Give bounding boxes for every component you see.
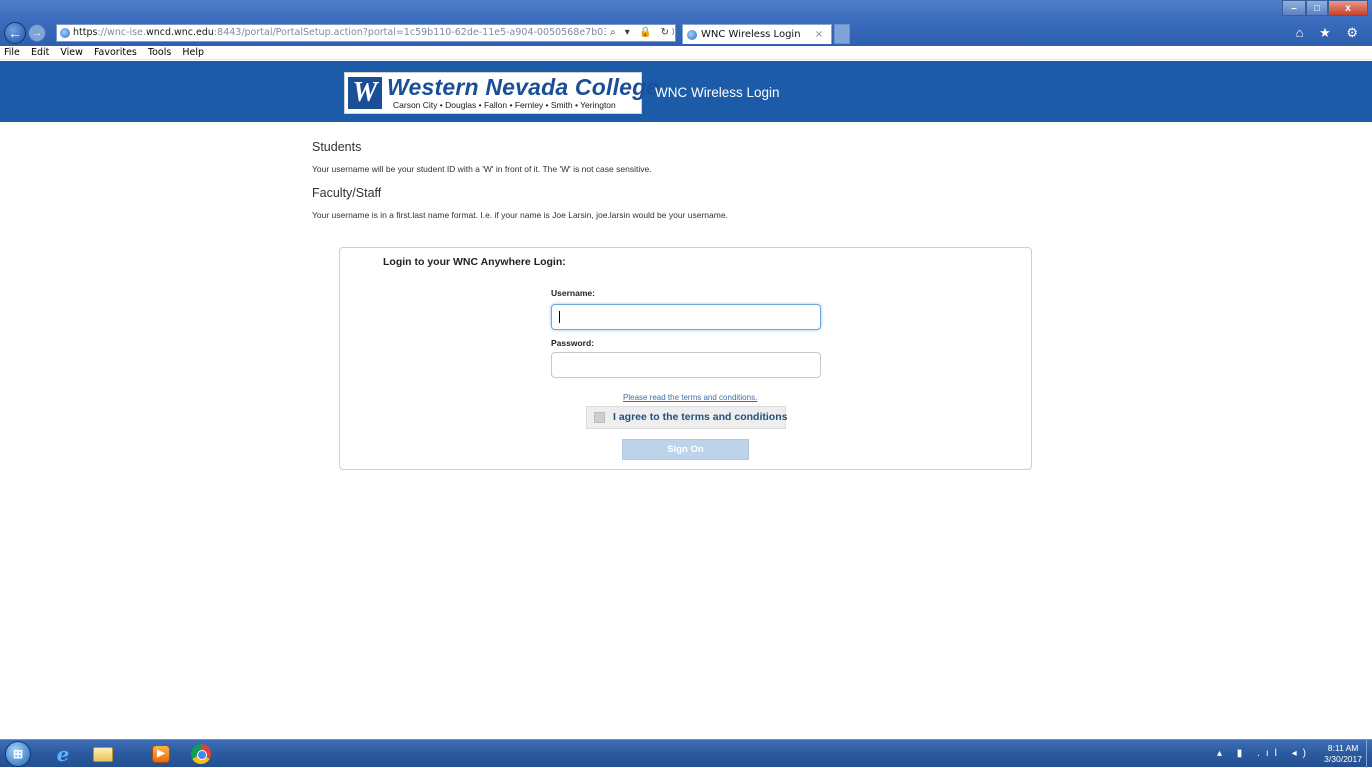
menu-favorites[interactable]: Favorites — [94, 47, 137, 58]
faculty-heading: Faculty/Staff — [312, 186, 382, 200]
chrome-browser-icon[interactable] — [188, 743, 214, 765]
menu-file[interactable]: File — [4, 47, 20, 58]
menu-tools[interactable]: Tools — [148, 47, 171, 58]
taskbar: ⊞ e ▶ ▴ ▮ .ıl ◂) 8:11 AM 3/30/2017 — [0, 739, 1372, 768]
browser-tab-active[interactable]: WNC Wireless Login × — [682, 24, 832, 44]
forward-arrow-icon: → — [31, 27, 43, 39]
clock-time: 8:11 AM — [1327, 743, 1359, 753]
agree-terms-toggle[interactable]: I agree to the terms and conditions — [586, 406, 787, 429]
menu-edit[interactable]: Edit — [31, 47, 49, 58]
media-player-icon[interactable]: ▶ — [148, 743, 174, 765]
browser-title-bar: ← → https://wnc-ise.wncd.wnc.edu:8443/po… — [0, 0, 1372, 46]
site-header: W Western Nevada College Carson City • D… — [0, 61, 1372, 122]
address-bar-actions-icon[interactable]: ⌕ ▾ 🔒 ↻ — [606, 25, 672, 41]
play-icon: ▶ — [152, 745, 170, 763]
portal-title: WNC Wireless Login — [655, 85, 780, 100]
back-arrow-icon: ← — [8, 25, 22, 41]
password-input[interactable] — [551, 352, 821, 378]
start-button[interactable]: ⊞ — [5, 741, 31, 767]
tab-title: WNC Wireless Login — [701, 29, 801, 40]
text-caret — [559, 311, 560, 323]
menu-view[interactable]: View — [60, 47, 83, 58]
sign-on-button[interactable]: Sign On — [622, 439, 749, 460]
agree-checkbox[interactable] — [594, 412, 605, 423]
internet-explorer-icon[interactable]: e — [50, 742, 76, 766]
faculty-instructions: Your username is in a first.last name fo… — [312, 210, 728, 220]
college-logo: W Western Nevada College Carson City • D… — [344, 72, 659, 114]
site-favicon-icon — [60, 28, 70, 38]
username-input[interactable] — [551, 304, 821, 330]
students-heading: Students — [312, 140, 362, 154]
terms-link[interactable]: Please read the terms and conditions. — [623, 393, 757, 402]
tab-close-icon[interactable]: × — [815, 25, 823, 44]
maximize-button[interactable]: □ — [1306, 0, 1328, 16]
home-favorites-settings-icon[interactable]: ⌂ ★ ⚙ — [1296, 25, 1364, 41]
menu-help[interactable]: Help — [182, 47, 204, 58]
folder-icon — [93, 746, 113, 762]
url-scheme: https — [73, 27, 98, 38]
forward-button[interactable]: → — [28, 24, 46, 42]
logo-college-name: Western Nevada College — [387, 74, 660, 100]
file-explorer-icon[interactable] — [90, 743, 116, 765]
login-panel: Login to your WNC Anywhere Login: Userna… — [339, 247, 1032, 470]
address-bar[interactable]: https://wnc-ise.wncd.wnc.edu:8443/portal… — [56, 24, 676, 42]
menu-bar: File Edit View Favorites Tools Help — [0, 46, 1372, 60]
show-desktop-button[interactable] — [1366, 740, 1372, 768]
agree-terms-label[interactable]: I agree to the terms and conditions — [613, 411, 787, 423]
logo-w-mark-icon: W — [348, 77, 382, 109]
username-label: Username: — [551, 288, 595, 298]
tab-favicon-icon — [687, 30, 697, 40]
password-label: Password: — [551, 338, 594, 348]
chrome-logo-icon — [191, 744, 211, 764]
minimize-button[interactable]: – — [1282, 0, 1306, 16]
back-button[interactable]: ← — [4, 22, 26, 44]
url-prefix: ://wnc-ise. — [97, 27, 146, 38]
window-controls: – □ x — [1282, 0, 1368, 16]
students-instructions: Your username will be your student ID wi… — [312, 164, 652, 174]
login-heading: Login to your WNC Anywhere Login: — [383, 256, 566, 268]
clock-date: 3/30/2017 — [1324, 754, 1362, 764]
system-tray-icons[interactable]: ▴ ▮ .ıl ◂) — [1217, 748, 1312, 759]
taskbar-clock[interactable]: 8:11 AM 3/30/2017 — [1324, 743, 1362, 765]
url-domain: wncd.wnc.edu — [145, 27, 214, 38]
windows-logo-icon: ⊞ — [12, 747, 24, 761]
logo-campuses: Carson City • Douglas • Fallon • Fernley… — [393, 100, 616, 110]
new-tab-button[interactable] — [834, 24, 850, 44]
close-window-button[interactable]: x — [1328, 0, 1368, 16]
